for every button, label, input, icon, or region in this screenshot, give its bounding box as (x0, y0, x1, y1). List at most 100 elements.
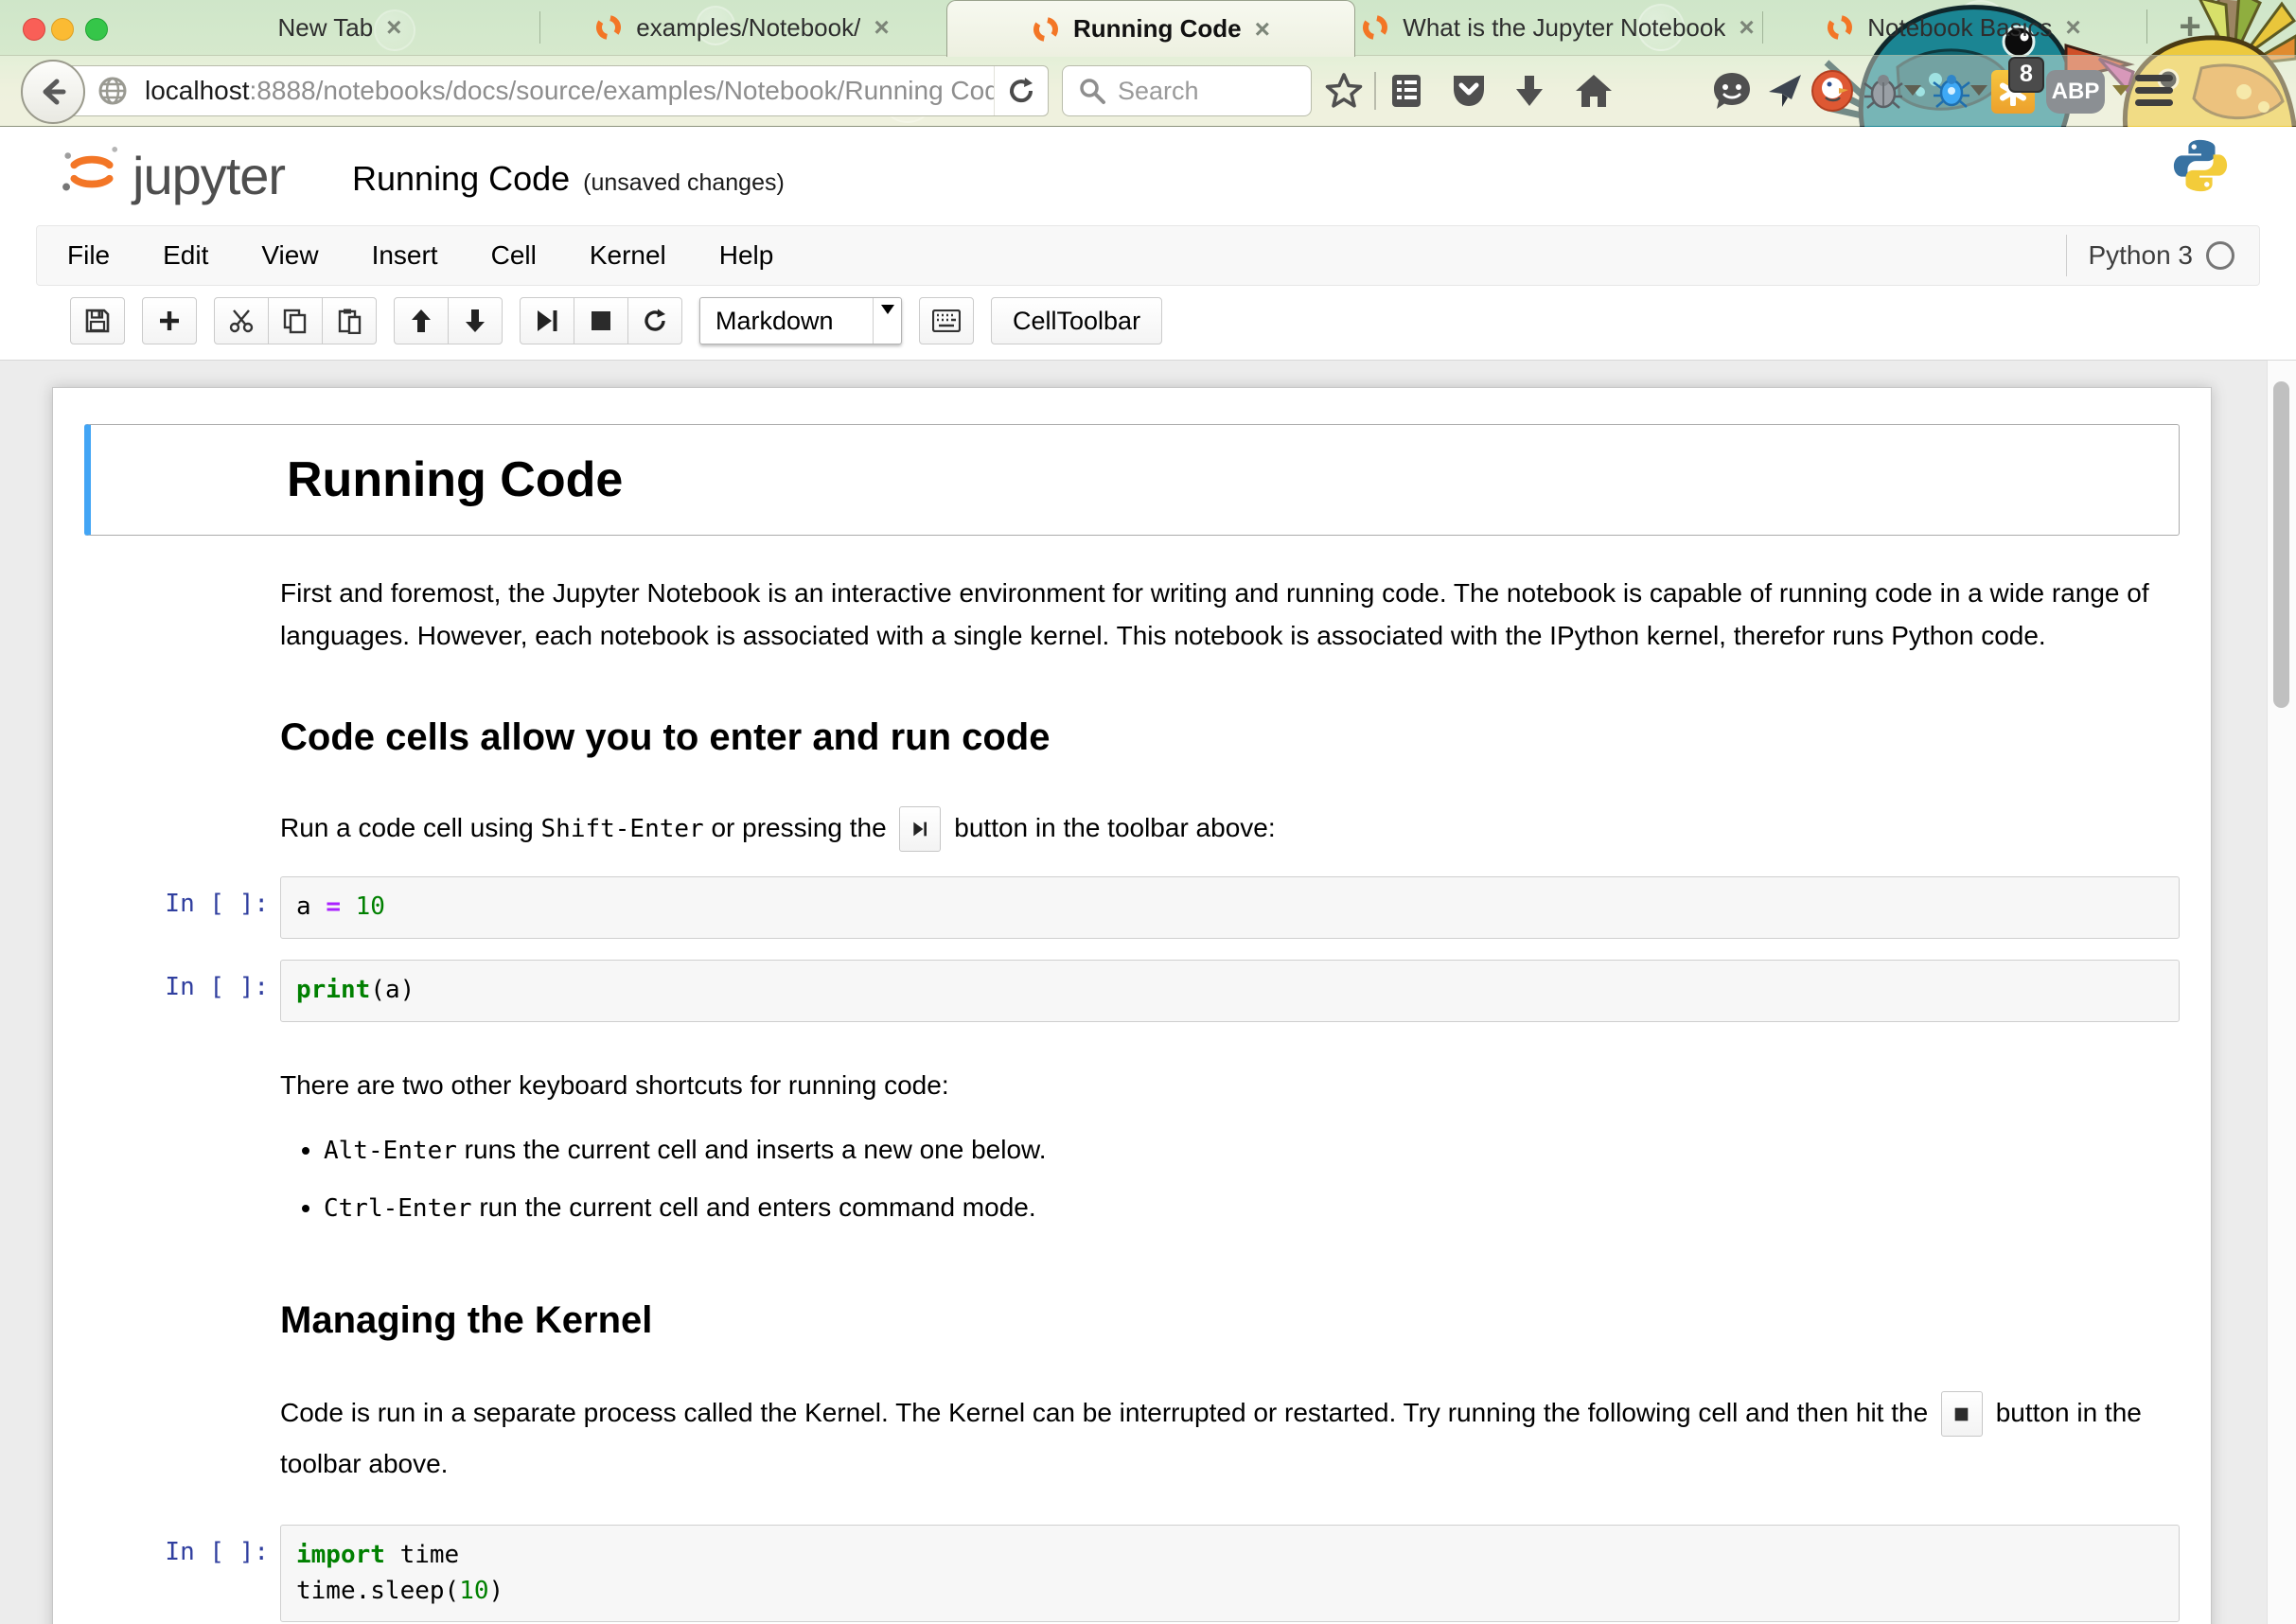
copy-cell-button[interactable] (269, 297, 323, 344)
markdown-cell[interactable]: Code is run in a separate process called… (84, 1387, 2180, 1491)
tab-title: Notebook Basics (1867, 13, 2052, 43)
abp-dropdown-caret-icon[interactable] (2112, 85, 2129, 96)
insert-cell-button[interactable] (142, 297, 197, 344)
copy-icon (282, 308, 309, 334)
url-text[interactable]: localhost:8888/notebooks/docs/source/exa… (145, 76, 994, 106)
markdown-cell[interactable]: Run a code cell using Shift-Enter or pre… (84, 806, 2180, 853)
cut-cell-button[interactable] (214, 297, 269, 344)
jupyter-favicon-icon (1032, 15, 1060, 44)
code-editor[interactable]: print(a) (280, 960, 2180, 1022)
pocket-button[interactable] (1446, 68, 1492, 114)
bookmark-star-button[interactable] (1321, 68, 1367, 114)
code-editor[interactable]: a = 10 (280, 876, 2180, 939)
code-cell[interactable]: In [ ]: a = 10 (84, 876, 2180, 939)
move-cell-down-button[interactable] (449, 297, 503, 344)
tab-close-icon[interactable]: × (1739, 12, 1754, 43)
addon-dropdown-caret-icon[interactable] (1970, 85, 1987, 96)
paste-cell-button[interactable] (323, 297, 377, 344)
python-logo-icon (2171, 136, 2230, 195)
markdown-cell[interactable]: First and foremost, the Jupyter Notebook… (84, 572, 2180, 658)
menu-cell[interactable]: Cell (465, 240, 563, 271)
hamburger-menu-button[interactable] (2131, 68, 2177, 114)
duckduckgo-icon[interactable] (1810, 68, 1855, 114)
url-path: :8888/notebooks/docs/source/examples/Not… (250, 76, 994, 105)
addon-bug-gray-icon[interactable] (1861, 68, 1906, 114)
scrollbar-thumb[interactable] (2273, 381, 2289, 708)
cell-toolbar-button[interactable]: CellToolbar (991, 297, 1162, 344)
tab-close-icon[interactable]: × (1255, 14, 1270, 44)
section-heading-kernel: Managing the Kernel (280, 1299, 2180, 1342)
tab-close-icon[interactable]: × (874, 12, 889, 43)
menu-help[interactable]: Help (693, 240, 801, 271)
stop-icon (591, 310, 611, 331)
window-minimize-button[interactable] (51, 18, 74, 41)
new-tab-button[interactable]: + (2165, 8, 2215, 47)
tab-what-is-jupyter[interactable]: What is the Jupyter Notebook × (1355, 0, 1760, 55)
search-box[interactable] (1062, 65, 1312, 116)
jupyter-logo[interactable]: jupyter (61, 140, 285, 203)
addon-bug-blue-icon[interactable] (1929, 68, 1974, 114)
restart-kernel-button[interactable] (628, 297, 682, 344)
reload-button[interactable] (994, 66, 1048, 115)
tab-notebook-basics[interactable]: Notebook Basics × (1762, 0, 2145, 55)
menu-view[interactable]: View (235, 240, 344, 271)
markdown-cell[interactable]: Managing the Kernel (84, 1299, 2180, 1342)
tab-strip: New Tab × examples/Notebook/ × Running C… (0, 0, 2296, 56)
tab-title: examples/Notebook/ (636, 13, 860, 43)
move-cell-up-button[interactable] (394, 297, 449, 344)
markdown-cell[interactable]: Code cells allow you to enter and run co… (84, 716, 2180, 759)
search-input[interactable] (1116, 76, 1290, 107)
inline-stop-icon (1941, 1391, 1983, 1437)
tab-close-icon[interactable]: × (386, 12, 401, 43)
cell-type-select[interactable]: Markdown (699, 297, 902, 344)
shortcuts-intro: There are two other keyboard shortcuts f… (280, 1064, 2180, 1106)
browser-window: New Tab × examples/Notebook/ × Running C… (0, 0, 2296, 1624)
markdown-cell[interactable]: There are two other keyboard shortcuts f… (84, 1064, 2180, 1106)
window-zoom-button[interactable] (85, 18, 108, 41)
tab-title: Running Code (1073, 14, 1242, 44)
save-button[interactable] (70, 297, 125, 344)
reading-list-icon[interactable] (1384, 68, 1429, 114)
markdown-cell-selected[interactable]: Running Code (84, 424, 2180, 536)
share-button[interactable] (1762, 68, 1808, 114)
vertical-scrollbar[interactable] (2267, 361, 2296, 1624)
interrupt-kernel-button[interactable] (574, 297, 628, 344)
menu-kernel[interactable]: Kernel (563, 240, 693, 271)
window-close-button[interactable] (23, 18, 45, 41)
tab-close-icon[interactable]: × (2065, 12, 2080, 43)
menu-insert[interactable]: Insert (345, 240, 465, 271)
markdown-cell[interactable]: Alt-Enter runs the current cell and inse… (84, 1129, 2180, 1271)
kernel-paragraph: Code is run in a separate process called… (280, 1387, 2180, 1491)
code-cell[interactable]: In [ ]: print(a) (84, 960, 2180, 1022)
menu-file[interactable]: File (37, 240, 136, 271)
tab-new-tab[interactable]: New Tab × (142, 0, 538, 55)
adblock-plus-button[interactable]: ABP (2046, 70, 2105, 114)
kernel-idle-icon (2206, 241, 2234, 270)
kernel-name: Python 3 (2088, 240, 2193, 271)
download-button[interactable] (1507, 68, 1552, 114)
tab-running-code-active[interactable]: Running Code × (946, 0, 1355, 57)
feedback-smiley-button[interactable] (1709, 68, 1755, 114)
tab-title: New Tab (277, 13, 373, 43)
tab-examples-notebook[interactable]: examples/Notebook/ × (539, 0, 945, 55)
keyboard-icon (932, 309, 961, 332)
code-cell[interactable]: In [ ]: import time time.sleep(10) (84, 1525, 2180, 1622)
menu-edit[interactable]: Edit (136, 240, 235, 271)
home-button[interactable] (1571, 68, 1616, 114)
run-cell-button[interactable] (520, 297, 574, 344)
restart-icon (643, 309, 667, 333)
tab-title: What is the Jupyter Notebook (1403, 13, 1725, 43)
notebook-title[interactable]: Running Code(unsaved changes) (352, 159, 785, 199)
scissors-icon (228, 308, 255, 334)
command-palette-button[interactable] (919, 297, 974, 344)
jupyter-logo-text: jupyter (132, 150, 285, 203)
intro-paragraph: First and foremost, the Jupyter Notebook… (280, 572, 2180, 658)
browser-chrome: New Tab × examples/Notebook/ × Running C… (0, 0, 2296, 127)
menubar-container: File Edit View Insert Cell Kernel Help P… (0, 221, 2296, 286)
addon-dropdown-caret-icon[interactable] (1904, 85, 1921, 96)
url-bar[interactable]: localhost:8888/notebooks/docs/source/exa… (55, 65, 1049, 116)
back-button[interactable] (21, 60, 85, 124)
notebook-title-text: Running Code (352, 159, 570, 198)
addon-badge-count: 8 (2008, 57, 2044, 93)
code-editor[interactable]: import time time.sleep(10) (280, 1525, 2180, 1622)
